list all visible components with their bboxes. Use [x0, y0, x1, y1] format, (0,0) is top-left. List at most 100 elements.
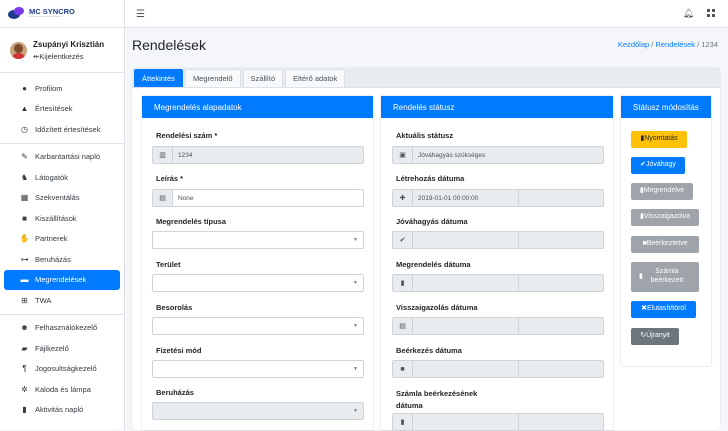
invoice-received-button[interactable]: ▮ Számla beérkezett	[631, 262, 699, 292]
sidebar-item-aktivitas[interactable]: ▮ Aktivitás napló	[4, 400, 120, 421]
sidebar-divider	[0, 142, 124, 144]
arrival-date-field: ■	[392, 360, 604, 378]
created-date-field: ✚ 2019-01-01 00:00:00	[392, 189, 604, 207]
clipboard-check-icon: ▤	[393, 318, 413, 334]
paragraph-icon: ¶	[22, 364, 27, 374]
ordered-button[interactable]: ▮ Megrendelve	[631, 183, 693, 200]
sitemap-icon: ⊶	[20, 254, 29, 264]
sidebar: MC SYNCRO ───────────── Zsupányi Krisztiá…	[0, 0, 125, 430]
reopen-button[interactable]: ↻ Újranyit	[631, 328, 679, 345]
sidebar-item-profilom[interactable]: ● Profilom	[4, 78, 120, 99]
tab-szallito[interactable]: Szállító	[242, 69, 284, 87]
apps-grid-icon[interactable]	[707, 9, 715, 17]
order-card: Áttekintés Megrendelő Szállító Eltérő ad…	[132, 68, 720, 431]
gear-icon: ✲	[21, 384, 28, 394]
logout-link[interactable]: ⇷Kijelentkezés	[33, 52, 104, 61]
area-select[interactable]: ▼	[152, 274, 364, 292]
sidebar-item-felhasznalok[interactable]: ☻ Felhasználókezelő	[4, 318, 120, 339]
tab-eltero-adatok[interactable]: Eltérő adatok	[285, 69, 346, 87]
payment-select[interactable]: ▼	[152, 360, 364, 378]
sidebar-item-idozitett[interactable]: ◷ Időzített értesítések	[4, 119, 120, 140]
investment-label: Beruházás	[156, 388, 194, 397]
truck-icon: ■	[22, 213, 27, 223]
panel-title: Megrendelés alapadatok	[142, 96, 373, 118]
sidebar-item-megrendelesek[interactable]: ▬ Megrendelések	[4, 269, 120, 290]
description-label: Leírás *	[156, 174, 184, 183]
users-icon: ☻	[20, 323, 29, 333]
confirmed-button[interactable]: ▮ Visszaigazolva	[631, 209, 699, 226]
sidebar-item-jogosultsag[interactable]: ¶ Jogosultságkezelő	[4, 359, 120, 380]
tab-megrendelo[interactable]: Megrendelő	[184, 69, 241, 87]
reject-delete-button[interactable]: ✖ Elutasít/töröl	[631, 301, 696, 318]
investment-select: ▼	[152, 402, 364, 420]
order-type-select[interactable]: ▼	[152, 231, 364, 249]
sidebar-nav: ● Profilom ▲ Értesítések ◷ Időzített értesí…	[0, 73, 124, 420]
arrival-date-label: Beérkezés dátuma	[396, 346, 462, 355]
approval-date-field: ✔	[392, 231, 604, 249]
sidebar-divider	[0, 313, 124, 315]
classification-select[interactable]: ▼	[152, 317, 364, 335]
panel-title: Státusz módosítás	[621, 96, 711, 118]
note-icon: ▤	[153, 190, 173, 206]
arrived-button[interactable]: ■ Beérkeztetve	[631, 236, 699, 253]
brand-logo-icon	[8, 6, 26, 21]
brand-logo[interactable]: MC SYNCRO ─────────────	[0, 0, 124, 28]
user-icon: ●	[22, 83, 27, 93]
sidebar-item-karbantartas[interactable]: ✎ Karbantartási napló	[4, 147, 120, 168]
chevron-down-icon: ▼	[353, 323, 358, 329]
sidebar-item-twa[interactable]: ⊞ TWA	[4, 290, 120, 311]
panel-title: Rendelés státusz	[381, 96, 613, 118]
chevron-down-icon: ▼	[353, 237, 358, 243]
approve-button[interactable]: ✔ Jóváhagy	[631, 157, 685, 174]
order-status-panel: Rendelés státusz Aktuális státusz ▣ Jóvá…	[381, 96, 613, 431]
description-field[interactable]: ▤ None	[152, 189, 364, 207]
order-number-label: Rendelési szám *	[156, 131, 218, 140]
breadcrumb-home[interactable]: Kezdőlap	[618, 40, 649, 49]
bell-icon[interactable]: 🔔︎	[683, 8, 694, 19]
page-title: Rendelések	[132, 37, 206, 53]
tab-attekintes[interactable]: Áttekintés	[134, 69, 183, 87]
status-change-panel: Státusz módosítás ▮ Nyomtatás ✔ Jóváhagy …	[621, 96, 711, 366]
menu-toggle-icon[interactable]: ☰	[136, 9, 145, 20]
print-button[interactable]: ▮ Nyomtatás	[631, 131, 687, 148]
created-date-label: Létrehozás dátuma	[396, 174, 465, 183]
cart-icon: ⊞	[21, 295, 28, 305]
top-navbar: ☰ 🔔︎	[125, 0, 728, 28]
order-tabs: Áttekintés Megrendelő Szállító Eltérő ad…	[132, 68, 720, 88]
chevron-down-icon: ▼	[353, 280, 358, 286]
sidebar-item-fajlkezelo[interactable]: ▰ Fájlkezelő	[4, 338, 120, 359]
sidebar-item-partnerek[interactable]: ✋ Partnerek	[4, 229, 120, 250]
sidebar-item-latogatok[interactable]: ♞ Látogatók	[4, 167, 120, 188]
sidebar-item-szekventalas[interactable]: ▦ Szekventálás	[4, 188, 120, 209]
sidebar-item-kaloda[interactable]: ✲ Kaloda és lámpa	[4, 379, 120, 400]
order-date-field: ▮	[392, 274, 604, 292]
order-type-label: Megrendelés típusa	[156, 217, 227, 226]
briefcase-icon: ▣	[393, 147, 413, 163]
sidebar-item-beruhazas[interactable]: ⊶ Beruházás	[4, 249, 120, 270]
boxes-icon: ▦	[20, 193, 29, 203]
area-label: Terület	[156, 260, 181, 269]
sidebar-item-kiszallitasok[interactable]: ■ Kiszállítások	[4, 208, 120, 229]
chevron-down-icon: ▼	[353, 408, 358, 414]
breadcrumb: Kezdőlap / Rendelések / 1234	[617, 40, 718, 49]
handshake-icon: ✋	[19, 234, 30, 244]
current-status-field: ▣ Jóváhagyás szükséges	[392, 146, 604, 164]
sidebar-item-ertesitesek[interactable]: ▲ Értesítések	[4, 99, 120, 120]
approval-date-label: Jóváhagyás dátuma	[396, 217, 468, 226]
check-icon: ✔	[393, 232, 413, 248]
breadcrumb-current: 1234	[701, 40, 718, 49]
visitor-icon: ♞	[20, 172, 29, 182]
breadcrumb-section[interactable]: Rendelések	[655, 40, 695, 49]
invoice-date-field: ▮	[392, 413, 604, 431]
user-name: Zsupányi Krisztián	[33, 39, 105, 49]
chevron-down-icon: ▼	[353, 366, 358, 372]
plus-icon: ✚	[393, 190, 413, 206]
order-date-label: Megrendelés dátuma	[396, 260, 471, 269]
user-panel: Zsupányi Krisztián ⇷Kijelentkezés	[0, 28, 124, 73]
confirm-date-field: ▤	[392, 317, 604, 335]
order-number-field: ▥ 1234	[152, 146, 364, 164]
trash-icon: ▮	[393, 275, 413, 291]
file-icon: ▮	[22, 405, 27, 415]
avatar	[10, 41, 27, 59]
wrench-icon: ✎	[21, 152, 28, 162]
